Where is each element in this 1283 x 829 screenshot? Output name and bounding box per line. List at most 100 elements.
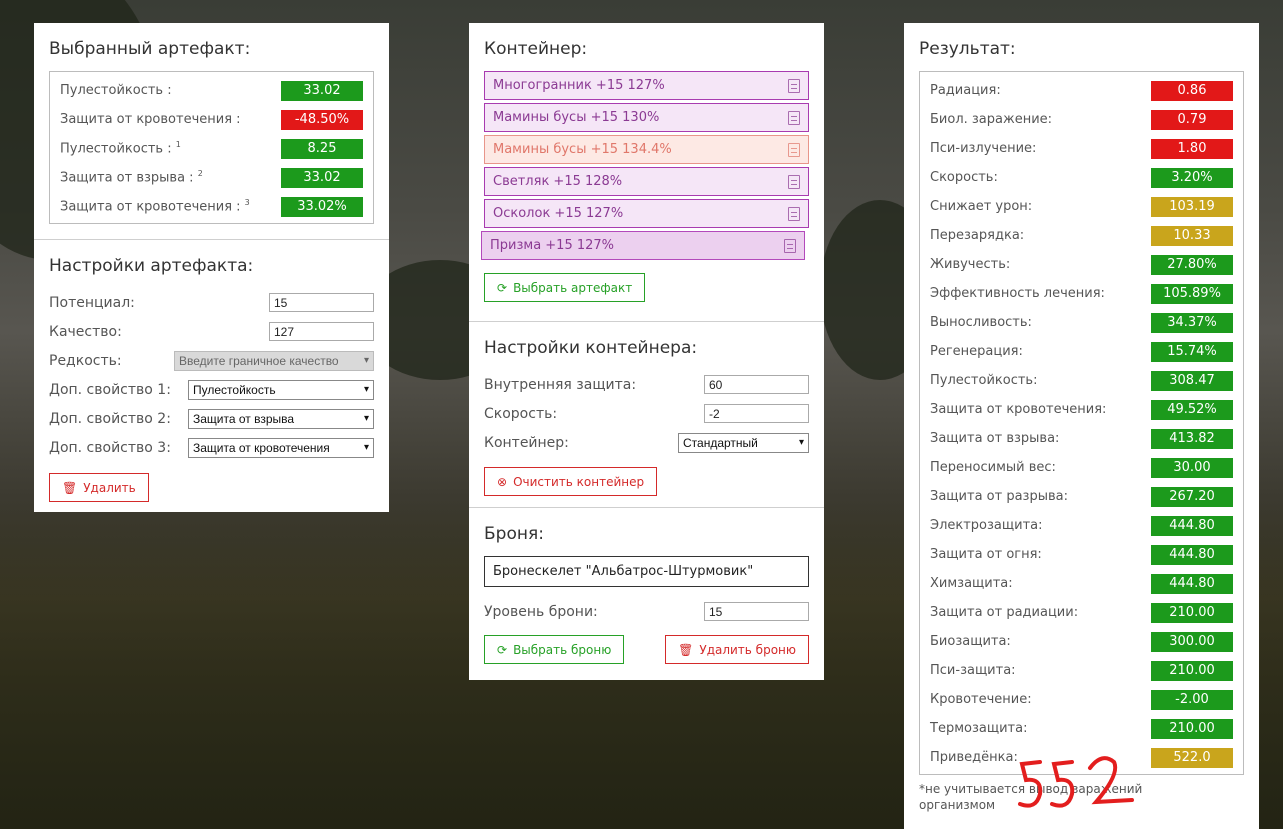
rarity-select[interactable]: Введите граничное качество ▾: [174, 350, 374, 371]
armor-level-input[interactable]: [704, 602, 809, 621]
result-stat-row: Химзащита: 444.80: [930, 569, 1233, 598]
result-stat-value: 30.00: [1151, 457, 1233, 478]
artifact-stat-value: 33.02: [281, 167, 363, 188]
result-stat-value: 105.89%: [1151, 283, 1233, 304]
result-stat-value: 27.80%: [1151, 254, 1233, 275]
result-stat-row: Переносимый вес: 30.00: [930, 453, 1233, 482]
result-stat-label: Приведёнка:: [930, 750, 1018, 765]
artifact-stat-value: 33.02%: [281, 196, 363, 217]
inner-protection-input[interactable]: [704, 375, 809, 394]
copy-icon[interactable]: [784, 238, 796, 253]
copy-icon[interactable]: [788, 206, 800, 221]
result-stat-value: 3.20%: [1151, 167, 1233, 188]
result-stat-value: 300.00: [1151, 631, 1233, 652]
prop1-label: Доп. свойство 1:: [49, 381, 171, 398]
choose-armor-button[interactable]: ⟳ Выбрать броню: [484, 635, 625, 664]
delete-artifact-label: Удалить: [83, 480, 136, 495]
result-stat-value: 522.0: [1151, 747, 1233, 768]
container-item[interactable]: Мамины бусы +15 130%: [484, 103, 809, 132]
trash-icon: 🗑: [62, 480, 78, 495]
speed-label: Скорость:: [484, 405, 558, 422]
artifact-panel: Выбранный артефакт: Пулестойкость : 33.0…: [34, 23, 389, 512]
result-stat-row: Защита от взрыва: 413.82: [930, 424, 1233, 453]
result-stat-label: Защита от огня:: [930, 547, 1042, 562]
result-stat-row: Электрозащита: 444.80: [930, 511, 1233, 540]
choose-artifact-button[interactable]: ⟳ Выбрать артефакт: [484, 273, 646, 302]
result-stat-value: 210.00: [1151, 718, 1233, 739]
container-section: Контейнер: Многогранник +15 127% Мамины …: [469, 23, 824, 322]
result-stat-row: Пулестойкость: 308.47: [930, 366, 1233, 395]
result-stat-value: -2.00: [1151, 689, 1233, 710]
selected-artifact-title: Выбранный артефакт:: [49, 39, 251, 59]
result-stats: Радиация: 0.86 Биол. заражение: 0.79 Пси-изл…: [919, 71, 1244, 775]
result-stat-label: Пулестойкость:: [930, 373, 1038, 388]
rarity-label: Редкость:: [49, 352, 122, 369]
container-item-label: Осколок +15 127%: [493, 206, 624, 221]
copy-icon[interactable]: [788, 142, 800, 157]
container-item-label: Мамины бусы +15 134.4%: [493, 142, 672, 157]
container-item-selected[interactable]: Призма +15 127%: [481, 231, 805, 260]
quality-input[interactable]: [269, 322, 374, 341]
result-stat-value: 0.79: [1151, 109, 1233, 130]
delete-armor-button[interactable]: 🗑 Удалить броню: [665, 635, 809, 664]
prop3-select[interactable]: Защита от кровотечения ▾: [188, 437, 374, 458]
clear-container-button[interactable]: ⊗ Очистить контейнер: [484, 467, 658, 496]
delete-armor-label: Удалить броню: [699, 642, 796, 657]
container-type-value: Стандартный: [683, 435, 758, 450]
result-stat-value: 267.20: [1151, 486, 1233, 507]
artifact-stat-row: Защита от взрыва : 2 33.02: [60, 163, 363, 192]
result-stat-value: 10.33: [1151, 225, 1233, 246]
artifact-stat-label: Пулестойкость : 1: [60, 140, 181, 157]
prop3-select-value: Защита от кровотечения: [193, 440, 330, 455]
handwritten-annotation: [1018, 756, 1134, 808]
result-panel: Результат: Радиация: 0.86 Биол. заражение:…: [904, 23, 1259, 829]
prop2-select[interactable]: Защита от взрыва ▾: [188, 408, 374, 429]
container-item[interactable]: Мамины бусы +15 134.4%: [484, 135, 809, 164]
result-stat-value: 103.19: [1151, 196, 1233, 217]
result-stat-row: Снижает урон: 103.19: [930, 192, 1233, 221]
artifact-stat-row: Защита от кровотечения : -48.50%: [60, 105, 363, 134]
prop1-select[interactable]: Пулестойкость ▾: [188, 379, 374, 400]
chevron-down-icon: ▾: [363, 442, 369, 453]
inner-protection-row: Внутренняя защита:: [484, 370, 809, 399]
container-type-select[interactable]: Стандартный ▾: [678, 432, 809, 453]
copy-icon[interactable]: [788, 110, 800, 125]
result-stat-value: 210.00: [1151, 660, 1233, 681]
delete-artifact-button[interactable]: 🗑 Удалить: [49, 473, 149, 502]
armor-name-field[interactable]: Бронескелет "Альбатрос-Штурмовик": [484, 556, 809, 587]
result-stat-label: Химзащита:: [930, 576, 1013, 591]
armor-title: Броня:: [484, 524, 544, 544]
armor-level-label: Уровень брони:: [484, 603, 598, 620]
container-item[interactable]: Светляк +15 128%: [484, 167, 809, 196]
copy-icon[interactable]: [788, 174, 800, 189]
result-stat-value: 444.80: [1151, 515, 1233, 536]
copy-icon[interactable]: [788, 78, 800, 93]
result-stat-value: 308.47: [1151, 370, 1233, 391]
prop1-select-value: Пулестойкость: [193, 382, 276, 397]
container-item-label: Призма +15 127%: [490, 238, 615, 253]
speed-input[interactable]: [704, 404, 809, 423]
artifact-stat-label: Защита от кровотечения : 3: [60, 198, 250, 215]
result-stat-label: Пси-излучение:: [930, 141, 1037, 156]
result-stat-row: Пси-защита: 210.00: [930, 656, 1233, 685]
potential-input[interactable]: [269, 293, 374, 312]
result-stat-row: Пси-излучение: 1.80: [930, 134, 1233, 163]
container-settings-title: Настройки контейнера:: [484, 338, 698, 358]
result-stat-value: 413.82: [1151, 428, 1233, 449]
artifact-stat-label: Защита от взрыва : 2: [60, 169, 203, 186]
container-item[interactable]: Многогранник +15 127%: [484, 71, 809, 100]
artifact-stat-row: Защита от кровотечения : 3 33.02%: [60, 192, 363, 221]
result-stat-label: Живучесть:: [930, 257, 1011, 272]
result-stat-row: Эффективность лечения: 105.89%: [930, 279, 1233, 308]
result-stat-label: Биозащита:: [930, 634, 1011, 649]
result-stat-label: Защита от взрыва:: [930, 431, 1060, 446]
result-stat-value: 1.80: [1151, 138, 1233, 159]
result-stat-label: Скорость:: [930, 170, 998, 185]
result-stat-row: Скорость: 3.20%: [930, 163, 1233, 192]
result-stat-label: Регенерация:: [930, 344, 1023, 359]
prop2-select-value: Защита от взрыва: [193, 411, 295, 426]
container-item[interactable]: Осколок +15 127%: [484, 199, 809, 228]
rarity-row: Редкость: Введите граничное качество ▾: [49, 346, 374, 375]
result-stat-label: Защита от кровотечения:: [930, 402, 1107, 417]
result-stat-row: Кровотечение: -2.00: [930, 685, 1233, 714]
